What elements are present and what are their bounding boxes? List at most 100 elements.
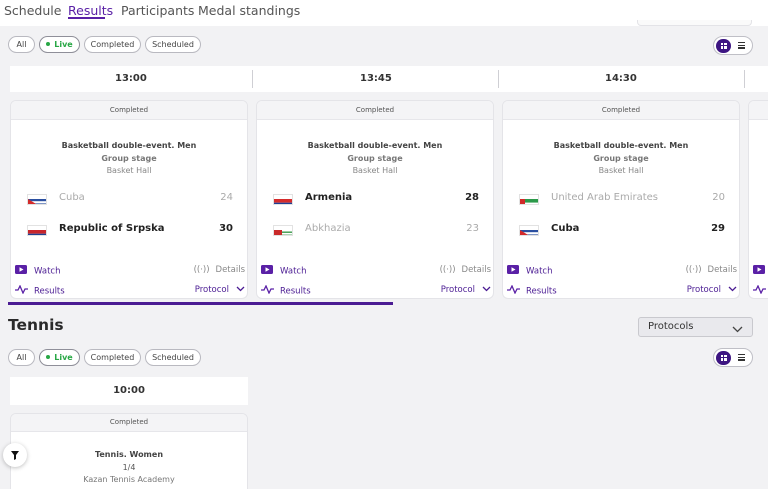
filter-all-chip[interactable]: All <box>8 36 35 53</box>
protocols-select[interactable]: Protocols <box>638 317 753 337</box>
chevron-down-icon <box>482 285 491 295</box>
event-name: Basketball double-event. Men <box>61 141 197 150</box>
time-slot: 14:30 <box>605 73 637 84</box>
horizontal-scrollbar[interactable] <box>8 302 393 305</box>
team-name: Republic of Srpska <box>59 223 165 234</box>
list-view-icon[interactable] <box>738 42 745 49</box>
protocol-dropdown[interactable]: Protocol <box>441 285 491 295</box>
details-link[interactable]: ((·)) Details <box>440 265 491 275</box>
team-row: Armenia 28 <box>273 192 479 206</box>
pulse-icon <box>15 284 29 297</box>
watch-link[interactable]: Watch <box>507 265 552 277</box>
time-slots-bar: 10:00 <box>10 377 248 405</box>
match-status: Completed <box>503 101 739 120</box>
tab-medal-standings[interactable]: Medal standings <box>198 3 300 18</box>
card-actions-bottom: Results Protocol <box>15 284 245 298</box>
event-name: Basketball double-event. Men <box>553 141 689 150</box>
play-icon <box>507 265 521 277</box>
active-tab-indicator <box>68 17 105 19</box>
live-dot-icon <box>46 355 51 359</box>
event-name: Tennis. Women <box>94 450 164 459</box>
watch-label: Watch <box>280 266 307 277</box>
filter-live-chip[interactable]: Live <box>39 349 80 366</box>
tab-results[interactable]: Results <box>68 3 113 18</box>
view-toggle[interactable] <box>713 348 753 367</box>
play-icon <box>15 265 29 277</box>
card-actions-top: Watch ((·)) Details <box>507 265 737 279</box>
protocol-label: Protocol <box>686 285 721 295</box>
tab-schedule[interactable]: Schedule <box>4 3 61 18</box>
grid-view-icon[interactable] <box>716 38 731 53</box>
match-card[interactable]: Completed Basketball double-event. Men G… <box>256 100 494 299</box>
watch-label: Watch <box>34 266 61 277</box>
watch-label: Watch <box>526 266 553 277</box>
time-divider <box>744 70 745 88</box>
pulse-icon <box>507 284 521 297</box>
team-score: 29 <box>711 223 725 234</box>
filter-scheduled-chip[interactable]: Scheduled <box>145 349 201 366</box>
team-row: United Arab Emirates 20 <box>519 192 725 206</box>
match-card[interactable]: Completed Tennis. Women 1/4 Kazan Tennis… <box>10 413 248 489</box>
section-title-tennis: Tennis <box>8 316 64 334</box>
view-toggle[interactable] <box>713 36 753 55</box>
team-score: 23 <box>466 223 479 234</box>
broadcast-icon: ((·)) <box>685 265 702 275</box>
event-stage: 1/4 <box>122 463 136 472</box>
cuba-flag-icon <box>519 225 539 236</box>
team-row: Republic of Srpska 30 <box>27 223 233 237</box>
time-slot: 10:00 <box>113 385 145 396</box>
filter-live-chip[interactable]: Live <box>39 36 80 53</box>
filter-completed-chip[interactable]: Completed <box>84 349 141 366</box>
pulse-icon[interactable] <box>753 284 766 297</box>
chevron-down-icon <box>236 285 245 295</box>
filter-button[interactable] <box>3 443 27 467</box>
protocols-select-label: Protocols <box>648 321 694 332</box>
dropdown-edge <box>637 20 752 26</box>
team-score: 24 <box>220 192 233 203</box>
protocol-dropdown[interactable]: Protocol <box>195 285 245 295</box>
protocol-dropdown[interactable]: Protocol <box>687 285 737 295</box>
filter-completed-chip[interactable]: Completed <box>84 36 141 53</box>
team-row: Cuba 29 <box>519 223 725 237</box>
list-view-icon[interactable] <box>738 354 745 361</box>
broadcast-icon: ((·)) <box>439 265 456 275</box>
filter-scheduled-chip[interactable]: Scheduled <box>145 36 201 53</box>
card-actions-bottom: Results Protocol <box>261 284 491 298</box>
team-score: 20 <box>712 192 725 203</box>
team-row: Abkhazia 23 <box>273 223 479 237</box>
chevron-down-icon <box>728 285 737 295</box>
details-link[interactable]: ((·)) Details <box>686 265 737 275</box>
time-slot: 13:00 <box>115 73 147 84</box>
results-label: Results <box>34 286 65 297</box>
results-link[interactable]: Results <box>261 284 311 297</box>
filter-funnel-icon <box>11 451 19 460</box>
details-link[interactable]: ((·)) Details <box>194 265 245 275</box>
team-row: Cuba 24 <box>27 192 233 206</box>
watch-link[interactable]: Watch <box>15 265 60 277</box>
match-status <box>749 101 768 120</box>
tab-participants[interactable]: Participants <box>121 3 194 18</box>
play-icon <box>261 265 275 277</box>
chevron-down-icon <box>732 322 743 340</box>
srpska-flag-icon <box>27 225 47 236</box>
team-score: 28 <box>465 192 479 203</box>
watch-link[interactable]: Watch <box>261 265 306 277</box>
abkhazia-flag-icon <box>273 225 293 236</box>
team-name: Cuba <box>59 192 85 203</box>
grid-view-icon[interactable] <box>716 350 731 365</box>
event-venue: Basket Hall <box>352 166 398 175</box>
armenia-flag-icon <box>273 194 293 205</box>
match-card-partial[interactable] <box>748 100 768 299</box>
card-actions-top: Watch ((·)) Details <box>261 265 491 279</box>
uae-flag-icon <box>519 194 539 205</box>
time-slots-bar: 13:00 13:45 14:30 <box>10 66 768 92</box>
results-link[interactable]: Results <box>507 284 557 297</box>
match-card[interactable]: Completed Basketball double-event. Men G… <box>10 100 248 299</box>
match-card[interactable]: Completed Basketball double-event. Men G… <box>502 100 740 299</box>
results-link[interactable]: Results <box>15 284 65 297</box>
filter-all-chip[interactable]: All <box>8 349 35 366</box>
card-actions-top: Watch ((·)) Details <box>15 265 245 279</box>
play-icon[interactable] <box>753 265 765 277</box>
team-name: Abkhazia <box>305 223 351 234</box>
filter-live-label: Live <box>54 40 73 49</box>
